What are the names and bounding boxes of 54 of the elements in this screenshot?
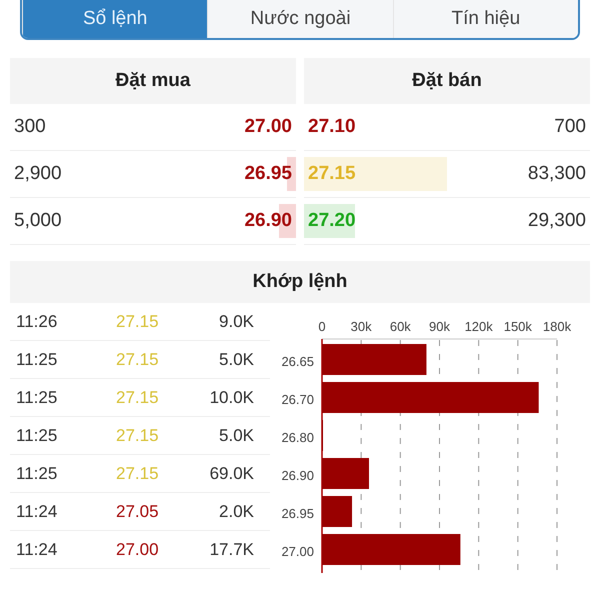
trade-price: 27.00	[116, 538, 160, 561]
bar	[322, 458, 369, 489]
trade-volume: 17.7K	[208, 538, 254, 561]
trade-time: 11:26	[16, 310, 58, 333]
tab[interactable]: Sổ lệnh	[22, 0, 208, 38]
bid-price: 27.00	[244, 114, 293, 139]
category-label: 26.70	[281, 392, 314, 407]
trade-volume: 2.0K	[218, 500, 254, 523]
trade-time: 11:24	[16, 500, 58, 523]
axis-tick-label: 90k	[429, 319, 450, 334]
trade-price: 27.15	[116, 348, 160, 371]
axis-tick-label: 180k	[542, 319, 572, 334]
bid-price: 26.90	[244, 208, 293, 233]
bid-volume: 5,000	[14, 208, 62, 233]
trade-time: 11:24	[16, 538, 58, 561]
column-header: Đặt mua	[10, 58, 296, 104]
column-header: Đặt bán	[304, 58, 590, 104]
trade-time: 11:25	[16, 424, 58, 447]
category-label: 27.00	[281, 544, 314, 559]
trade-time: 11:25	[16, 348, 58, 371]
axis-tick-label: 0	[318, 319, 326, 334]
trade-time: 11:25	[16, 462, 58, 485]
trade-price: 27.15	[116, 310, 160, 333]
axis-tick-label: 30k	[350, 319, 372, 334]
category-label: 26.90	[281, 468, 314, 483]
trade-volume: 5.0K	[218, 424, 254, 447]
bar	[322, 496, 352, 527]
ask-price: 27.10	[307, 114, 356, 139]
category-label: 26.65	[281, 354, 314, 369]
tab[interactable]: Nước ngoài	[207, 0, 393, 38]
trade-volume: 5.0K	[218, 348, 254, 371]
axis-tick-label: 120k	[464, 319, 493, 334]
bid-price: 26.95	[244, 162, 293, 186]
trade-price: 27.15	[116, 424, 160, 447]
axis-tick-label: 60k	[390, 319, 411, 334]
ask-volume: 29,300	[528, 208, 586, 233]
ask-volume: 83,300	[528, 162, 586, 186]
category-label: 26.80	[281, 430, 314, 445]
section-title: Khớp lệnh	[10, 261, 590, 303]
bid-volume: 300	[14, 114, 46, 139]
trade-price: 27.15	[116, 386, 160, 409]
bid-volume: 2,900	[14, 162, 62, 186]
trade-price: 27.15	[116, 462, 160, 485]
axis-tick-label: 150k	[504, 319, 532, 334]
trade-price: 27.05	[116, 500, 160, 523]
tab[interactable]: Tín hiệu	[392, 0, 578, 38]
category-label: 26.95	[281, 506, 314, 521]
ask-price: 27.15	[307, 162, 356, 186]
trade-volume: 69.0K	[208, 462, 254, 485]
trade-volume: 10.0K	[208, 386, 254, 409]
ask-price: 27.20	[307, 208, 356, 233]
trade-volume: 9.0K	[218, 310, 254, 333]
trade-time: 11:25	[16, 386, 58, 409]
ask-volume: 700	[554, 114, 586, 139]
